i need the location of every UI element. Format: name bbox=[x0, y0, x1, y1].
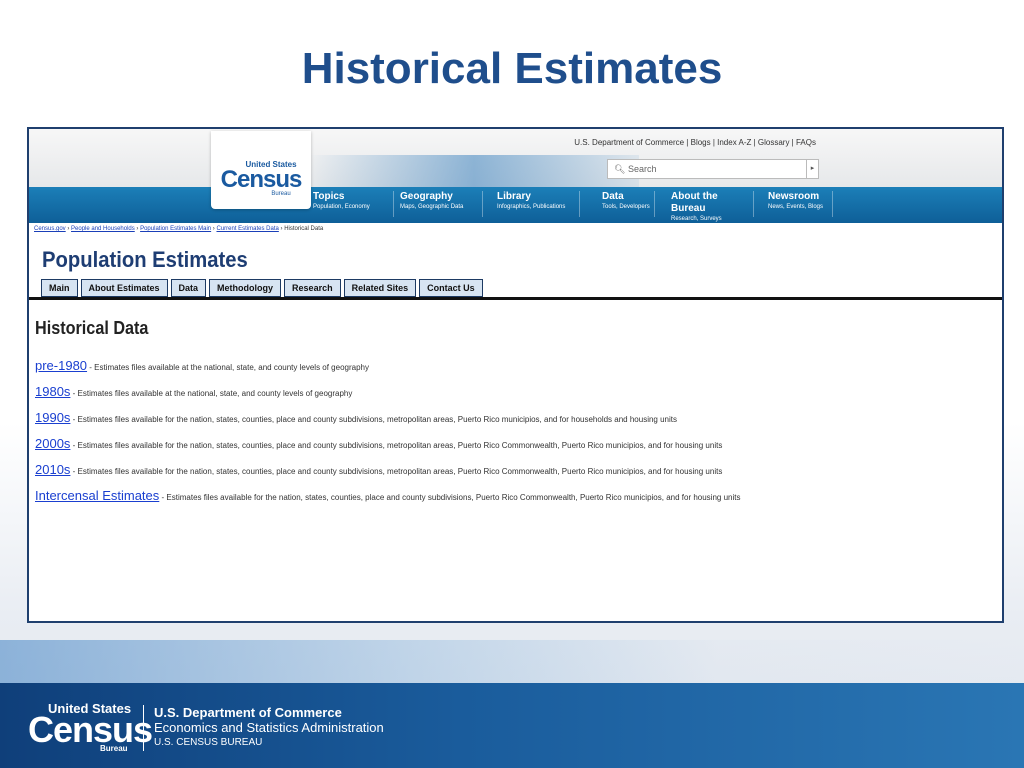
link-1990s[interactable]: 1990s bbox=[35, 410, 70, 425]
nav-geography[interactable]: Geography Maps, Geographic Data bbox=[394, 191, 483, 217]
list-item: 1990s - Estimates files available for th… bbox=[35, 409, 995, 435]
divider bbox=[29, 297, 1002, 300]
search-input[interactable]: 🔍︎ Search ▸ bbox=[607, 159, 819, 179]
list-item: 1980s - Estimates files available at the… bbox=[35, 383, 995, 409]
nav-library[interactable]: Library Infographics, Publications bbox=[483, 191, 580, 217]
list-item-description: - Estimates files available for the nati… bbox=[159, 493, 741, 502]
website-screenshot: United States Census Bureau U.S. Departm… bbox=[27, 127, 1004, 623]
breadcrumb-link[interactable]: Population Estimates Main bbox=[140, 226, 211, 232]
list-item-description: - Estimates files available at the natio… bbox=[70, 389, 353, 398]
list-item: pre-1980 - Estimates files available at … bbox=[35, 357, 995, 383]
link-2000s[interactable]: 2000s bbox=[35, 436, 70, 451]
breadcrumb-current: Historical Data bbox=[284, 226, 324, 232]
nav-newsroom[interactable]: Newsroom News, Events, Blogs bbox=[754, 191, 833, 217]
search-placeholder: Search bbox=[627, 164, 657, 174]
list-item: 2000s - Estimates files available for th… bbox=[35, 435, 995, 461]
slide-footer: United States Census Bureau U.S. Departm… bbox=[0, 683, 1024, 768]
tab-contact-us[interactable]: Contact Us bbox=[419, 279, 483, 297]
tab-main[interactable]: Main bbox=[41, 279, 78, 297]
main-nav: Topics Population, Economy Geography Map… bbox=[311, 191, 833, 222]
list-item-description: - Estimates files available for the nati… bbox=[70, 415, 677, 424]
slide-title: Historical Estimates bbox=[301, 44, 723, 93]
list-item-description: - Estimates files available for the nati… bbox=[70, 441, 723, 450]
nav-topics[interactable]: Topics Population, Economy bbox=[311, 191, 394, 217]
section-title: Historical Data bbox=[35, 318, 149, 338]
footer-decoration bbox=[0, 640, 1024, 684]
link-2010s[interactable]: 2010s bbox=[35, 462, 70, 477]
breadcrumb-link[interactable]: Current Estimates Data bbox=[216, 226, 278, 232]
list-item-description: - Estimates files available at the natio… bbox=[87, 363, 369, 372]
nav-about-bureau[interactable]: About the Bureau Research, Surveys bbox=[655, 191, 754, 222]
tab-methodology[interactable]: Methodology bbox=[209, 279, 282, 297]
census-header: United States Census Bureau U.S. Departm… bbox=[29, 129, 1002, 223]
breadcrumb-link[interactable]: Census.gov bbox=[34, 226, 66, 232]
tab-research[interactable]: Research bbox=[284, 279, 341, 297]
breadcrumb-link[interactable]: People and Households bbox=[71, 226, 135, 232]
list-item: Intercensal Estimates - Estimates files … bbox=[35, 487, 995, 513]
tab-bar: Main About Estimates Data Methodology Re… bbox=[41, 279, 486, 297]
list-item-description: - Estimates files available for the nati… bbox=[70, 467, 723, 476]
nav-data[interactable]: Data Tools, Developers bbox=[580, 191, 655, 217]
search-icon: 🔍︎ bbox=[614, 164, 626, 174]
utility-links[interactable]: U.S. Department of Commerce | Blogs | In… bbox=[574, 138, 816, 147]
page-title: Population Estimates bbox=[42, 247, 248, 272]
footer-text: U.S. Department of Commerce Economics an… bbox=[154, 705, 384, 748]
link-intercensal-estimates[interactable]: Intercensal Estimates bbox=[35, 488, 159, 503]
census-logo[interactable]: United States Census Bureau bbox=[211, 131, 311, 209]
tab-about-estimates[interactable]: About Estimates bbox=[80, 279, 168, 297]
link-1980s[interactable]: 1980s bbox=[35, 384, 70, 399]
list-item: 2010s - Estimates files available for th… bbox=[35, 461, 995, 487]
divider bbox=[143, 705, 144, 751]
census-footer-logo: United States Census Bureau bbox=[28, 701, 153, 753]
link-pre-1980[interactable]: pre-1980 bbox=[35, 358, 87, 373]
tab-related-sites[interactable]: Related Sites bbox=[343, 279, 417, 297]
tab-data[interactable]: Data bbox=[170, 279, 207, 297]
search-button[interactable]: ▸ bbox=[806, 160, 818, 178]
breadcrumb: Census.gov › People and Households › Pop… bbox=[34, 226, 324, 232]
historical-data-list: pre-1980 - Estimates files available at … bbox=[35, 357, 995, 513]
